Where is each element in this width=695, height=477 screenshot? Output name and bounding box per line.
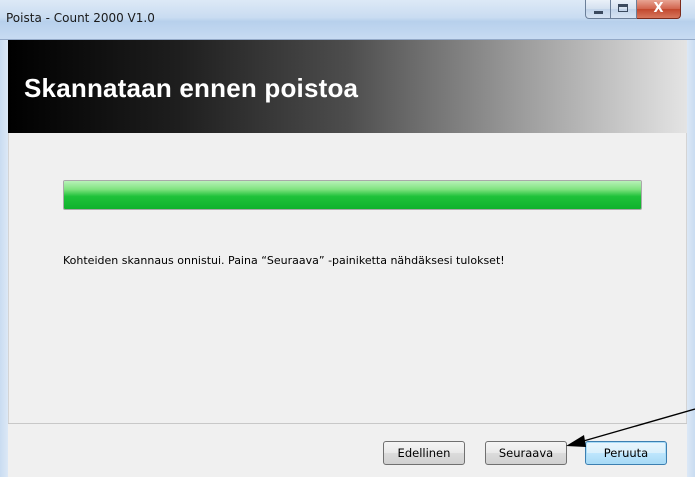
- installer-window: Poista - Count 2000 V1.0 X Skannataan en…: [0, 0, 695, 477]
- maximize-icon: [618, 4, 628, 12]
- window-frame-right: [687, 40, 695, 477]
- progress-fill: [64, 181, 641, 209]
- minimize-button[interactable]: [585, 0, 611, 19]
- previous-button[interactable]: Edellinen: [383, 441, 465, 465]
- minimize-icon: [594, 11, 603, 14]
- header-banner: Skannataan ennen poistoa: [8, 40, 687, 133]
- button-bar: Edellinen Seuraava Peruuta: [8, 423, 687, 477]
- close-icon: X: [653, 1, 664, 16]
- window-title: Poista - Count 2000 V1.0: [6, 11, 155, 25]
- caption-buttons: X: [585, 0, 681, 19]
- content-panel: Kohteiden skannaus onnistui. Paina “Seur…: [8, 133, 687, 423]
- next-button[interactable]: Seuraava: [485, 441, 567, 465]
- page-title: Skannataan ennen poistoa: [24, 73, 359, 103]
- scan-progress-bar: [63, 180, 642, 210]
- maximize-button[interactable]: [611, 0, 637, 19]
- title-bar[interactable]: Poista - Count 2000 V1.0 X: [0, 0, 695, 40]
- status-message: Kohteiden skannaus onnistui. Paina “Seur…: [63, 254, 505, 267]
- cancel-button[interactable]: Peruuta: [585, 441, 667, 465]
- window-frame-left: [0, 40, 8, 477]
- close-button[interactable]: X: [637, 0, 681, 19]
